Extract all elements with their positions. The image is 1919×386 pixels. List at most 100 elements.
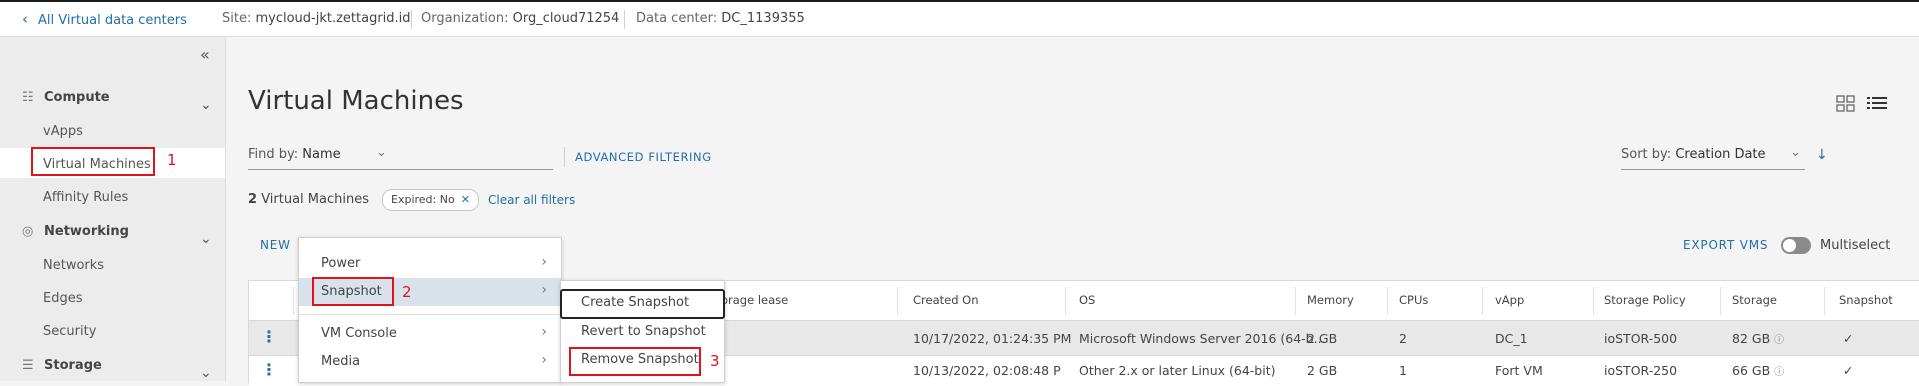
menu-item-vm-console[interactable]: VM Console ›	[299, 320, 561, 348]
result-count-label: Virtual Machines	[261, 192, 369, 207]
datacenter-info: Data center: DC_1139355	[636, 11, 805, 26]
cell-storage-policy: ioSTOR-250	[1604, 363, 1678, 378]
annotation-number-3: 3	[710, 352, 720, 370]
cell-vapp[interactable]: DC_1	[1495, 331, 1528, 346]
column-header-storage-lease[interactable]: orage lease	[721, 293, 788, 307]
column-separator	[897, 287, 898, 315]
divider	[411, 10, 412, 29]
grid-icon: ☷	[22, 90, 34, 105]
sidebar-item-networks[interactable]: Networks	[43, 258, 104, 273]
close-icon[interactable]: ✕	[461, 193, 470, 206]
kebab-menu-icon[interactable]: ⋮	[261, 327, 277, 346]
cell-created-on: 10/13/2022, 02:08:48 P	[913, 363, 1061, 378]
kebab-menu-icon[interactable]: ⋮	[261, 360, 277, 379]
info-icon[interactable]: ⓘ	[1774, 335, 1784, 346]
menu-item-media[interactable]: Media ›	[299, 348, 561, 376]
sidebar-group-networking[interactable]: ◎ Networking	[22, 224, 129, 239]
org-key: Organization:	[421, 11, 509, 26]
toggle-knob	[1783, 239, 1796, 252]
dc-key: Data center:	[636, 11, 718, 26]
card-view-icon[interactable]	[1836, 95, 1856, 113]
sidebar-group-compute[interactable]: ☷ Compute	[22, 90, 110, 105]
annotation-number-2: 2	[402, 283, 412, 301]
cell-snapshot-check: ✓	[1843, 363, 1854, 378]
site-info: Site: mycloud-jkt.zettagrid.id	[222, 11, 411, 26]
column-header-os[interactable]: OS	[1079, 293, 1095, 307]
storage-value: 82 GB	[1732, 331, 1771, 346]
page-title: Virtual Machines	[248, 86, 464, 116]
sidebar-item-vapps[interactable]: vApps	[43, 124, 83, 139]
back-link[interactable]: ‹ All Virtual data centers	[22, 10, 187, 28]
column-header-storage-policy[interactable]: Storage Policy	[1604, 293, 1686, 307]
sidebar-item-edges[interactable]: Edges	[43, 291, 83, 306]
menu-item-revert-to-snapshot[interactable]: Revert to Snapshot	[561, 318, 724, 346]
sidebar-item-security[interactable]: Security	[43, 324, 96, 339]
double-chevron-left-icon[interactable]: «	[200, 45, 210, 64]
focus-ring	[560, 289, 725, 319]
cell-storage: 82 GB ⓘ	[1732, 331, 1784, 346]
filter-pill-label: Expired: No	[391, 193, 455, 206]
find-by-value: Name	[302, 147, 341, 162]
annotation-number-1: 1	[167, 151, 177, 169]
advanced-filtering-link[interactable]: ADVANCED FILTERING	[575, 150, 712, 164]
column-separator	[293, 287, 294, 315]
sidebar-item-affinity-rules[interactable]: Affinity Rules	[43, 190, 128, 205]
menu-item-label: VM Console	[321, 326, 397, 341]
chevron-right-icon: ›	[541, 324, 547, 340]
clear-all-filters-link[interactable]: Clear all filters	[488, 193, 575, 207]
cell-snapshot-check: ✓	[1843, 331, 1854, 346]
find-by-select[interactable]: Find by: Name ⌄	[248, 145, 553, 170]
chevron-down-icon[interactable]: ⌄	[200, 365, 212, 381]
sidebar: « ☷ Compute ⌄ vApps Virtual Machines 1 Af…	[0, 37, 226, 381]
info-icon[interactable]: ⓘ	[1774, 367, 1784, 378]
sidebar-group-label: Storage	[44, 358, 102, 373]
chevron-down-icon[interactable]: ⌄	[200, 231, 212, 247]
column-separator	[1482, 287, 1483, 315]
sidebar-group-storage[interactable]: ☰ Storage	[22, 358, 102, 373]
storage-value: 66 GB	[1732, 363, 1771, 378]
org-info: Organization: Org_cloud71254	[421, 11, 619, 26]
column-header-memory[interactable]: Memory	[1307, 293, 1354, 307]
sidebar-group-label: Compute	[44, 90, 110, 105]
site-value: mycloud-jkt.zettagrid.id	[255, 11, 411, 26]
multiselect-label: Multiselect	[1820, 238, 1891, 253]
chevron-right-icon: ›	[541, 254, 547, 270]
chevron-right-icon: ›	[541, 282, 547, 298]
sort-by-select[interactable]: Sort by: Creation Date ⌄	[1621, 145, 1805, 170]
export-vms-button[interactable]: EXPORT VMS	[1683, 238, 1768, 252]
sort-by-value: Creation Date	[1675, 147, 1766, 162]
column-header-created-on[interactable]: Created On	[913, 293, 979, 307]
menu-item-label: Media	[321, 354, 361, 369]
column-header-vapp[interactable]: vApp	[1495, 293, 1524, 307]
column-header-storage[interactable]: Storage	[1732, 293, 1777, 307]
column-header-snapshot[interactable]: Snapshot	[1839, 293, 1893, 307]
chevron-right-icon: ›	[541, 352, 547, 368]
annotation-box-1	[31, 147, 155, 176]
sidebar-group-label: Networking	[44, 224, 129, 239]
cell-os: Other 2.x or later Linux (64-bit)	[1079, 363, 1276, 378]
context-bar: ‹ All Virtual data centers Site: mycloud-…	[0, 2, 1919, 37]
menu-item-power[interactable]: Power ›	[299, 250, 561, 278]
cell-vapp[interactable]: Fort VM	[1495, 363, 1543, 378]
list-view-icon[interactable]	[1867, 95, 1887, 113]
column-header-cpus[interactable]: CPUs	[1399, 293, 1428, 307]
chevron-down-icon: ⌄	[376, 145, 387, 160]
cell-os: Microsoft Windows Server 2016 (64-b...	[1079, 331, 1326, 346]
cell-memory: 2 GB	[1307, 363, 1338, 378]
cell-storage-policy: ioSTOR-500	[1604, 331, 1678, 346]
back-link-label: All Virtual data centers	[38, 13, 187, 28]
new-vm-button[interactable]: NEW	[260, 238, 291, 252]
column-separator	[1720, 287, 1721, 315]
cell-created-on: 10/17/2022, 01:24:35 PM	[913, 331, 1072, 346]
cell-storage: 66 GB ⓘ	[1732, 363, 1784, 378]
multiselect-toggle[interactable]	[1781, 237, 1811, 254]
chevron-down-icon[interactable]: ⌄	[200, 97, 212, 113]
chevron-left-icon: ‹	[22, 10, 28, 28]
column-separator	[1295, 287, 1296, 315]
cell-cpus: 2	[1399, 331, 1407, 346]
globe-icon: ◎	[22, 224, 34, 239]
vm-actions-menu: Power › Snapshot › VM Console › Media ›	[298, 237, 562, 383]
cell-memory: 2 GB	[1307, 331, 1338, 346]
sort-direction-arrow-icon[interactable]: ↓	[1816, 147, 1828, 163]
result-count: 2 Virtual Machines	[248, 192, 369, 207]
